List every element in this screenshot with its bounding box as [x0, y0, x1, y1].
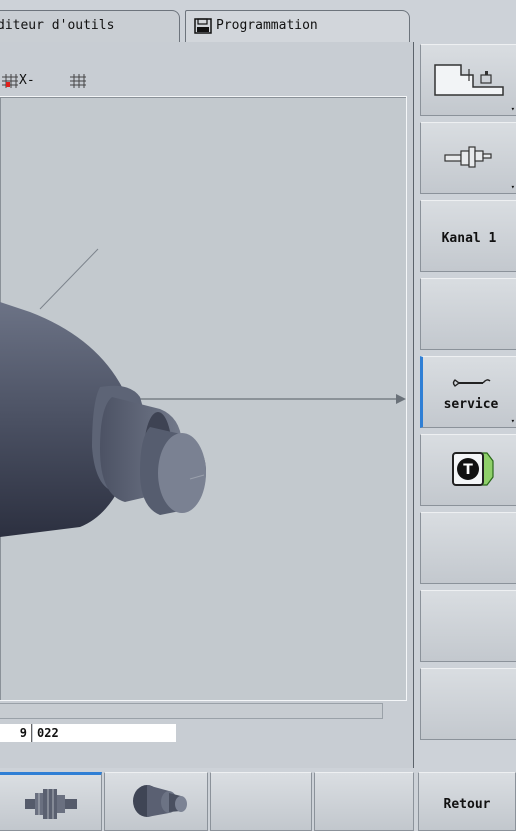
progress-track [0, 703, 383, 719]
spindle-icon [444, 146, 492, 168]
softkey-spindle[interactable]: ▾ [420, 122, 516, 194]
part-3d-icon [133, 785, 187, 817]
tab-bar: diteur d'outils Programmation [0, 0, 516, 42]
simulation-window: X- 9 022 [0, 42, 414, 768]
tool-t-icon: T [452, 452, 494, 486]
softkey-empty-8[interactable] [420, 590, 516, 662]
grid-zoom-icon[interactable] [2, 74, 18, 88]
softkey-empty-b4[interactable] [314, 772, 414, 831]
status-field-1: 9 [0, 724, 32, 742]
softkey-kanal[interactable]: Kanal 1 [420, 200, 516, 272]
softkey-service-label: service [443, 397, 499, 412]
softkey-3d-view[interactable] [104, 772, 208, 831]
right-softkey-bar: ▾ ▾ Kanal 1 service ▾ T [414, 42, 516, 754]
workpiece-3d-view [0, 248, 406, 537]
softkey-machine[interactable]: ▾ [420, 44, 516, 116]
corner-mark-icon: ▾ [510, 183, 515, 191]
tab-programming-label: Programmation [216, 18, 318, 33]
3d-viewport[interactable] [0, 96, 407, 701]
corner-mark-icon: ▾ [510, 105, 515, 113]
softkey-empty-b3[interactable] [210, 772, 312, 831]
softkey-empty-7[interactable] [420, 512, 516, 584]
softkey-profile-view[interactable] [0, 772, 102, 831]
softkey-kanal-label: Kanal 1 [441, 231, 497, 246]
tab-programming[interactable]: Programmation [185, 10, 410, 42]
machine-tool-icon [434, 64, 504, 96]
tab-tool-editor-label: diteur d'outils [0, 18, 115, 33]
softkey-tool[interactable]: T [420, 434, 516, 506]
softkey-empty-4[interactable] [420, 278, 516, 350]
part-profile-icon [25, 789, 77, 819]
view-toolbar: X- [0, 70, 414, 92]
wrench-icon [452, 379, 491, 387]
floppy-disk-icon [194, 18, 212, 34]
bottom-softkey-bar: Retour [0, 768, 516, 831]
tab-tool-editor[interactable]: diteur d'outils [0, 10, 180, 42]
zoom-out-label[interactable]: X- [19, 73, 35, 88]
softkey-retour-label: Retour [443, 797, 491, 812]
softkey-retour[interactable]: Retour [418, 772, 516, 831]
corner-mark-icon: ▾ [510, 417, 515, 425]
status-field-2: 022 [33, 724, 176, 742]
svg-text:T: T [463, 462, 473, 478]
softkey-empty-9[interactable] [420, 668, 516, 740]
grid-icon[interactable] [70, 74, 86, 88]
softkey-service[interactable]: service ▾ [420, 356, 516, 428]
